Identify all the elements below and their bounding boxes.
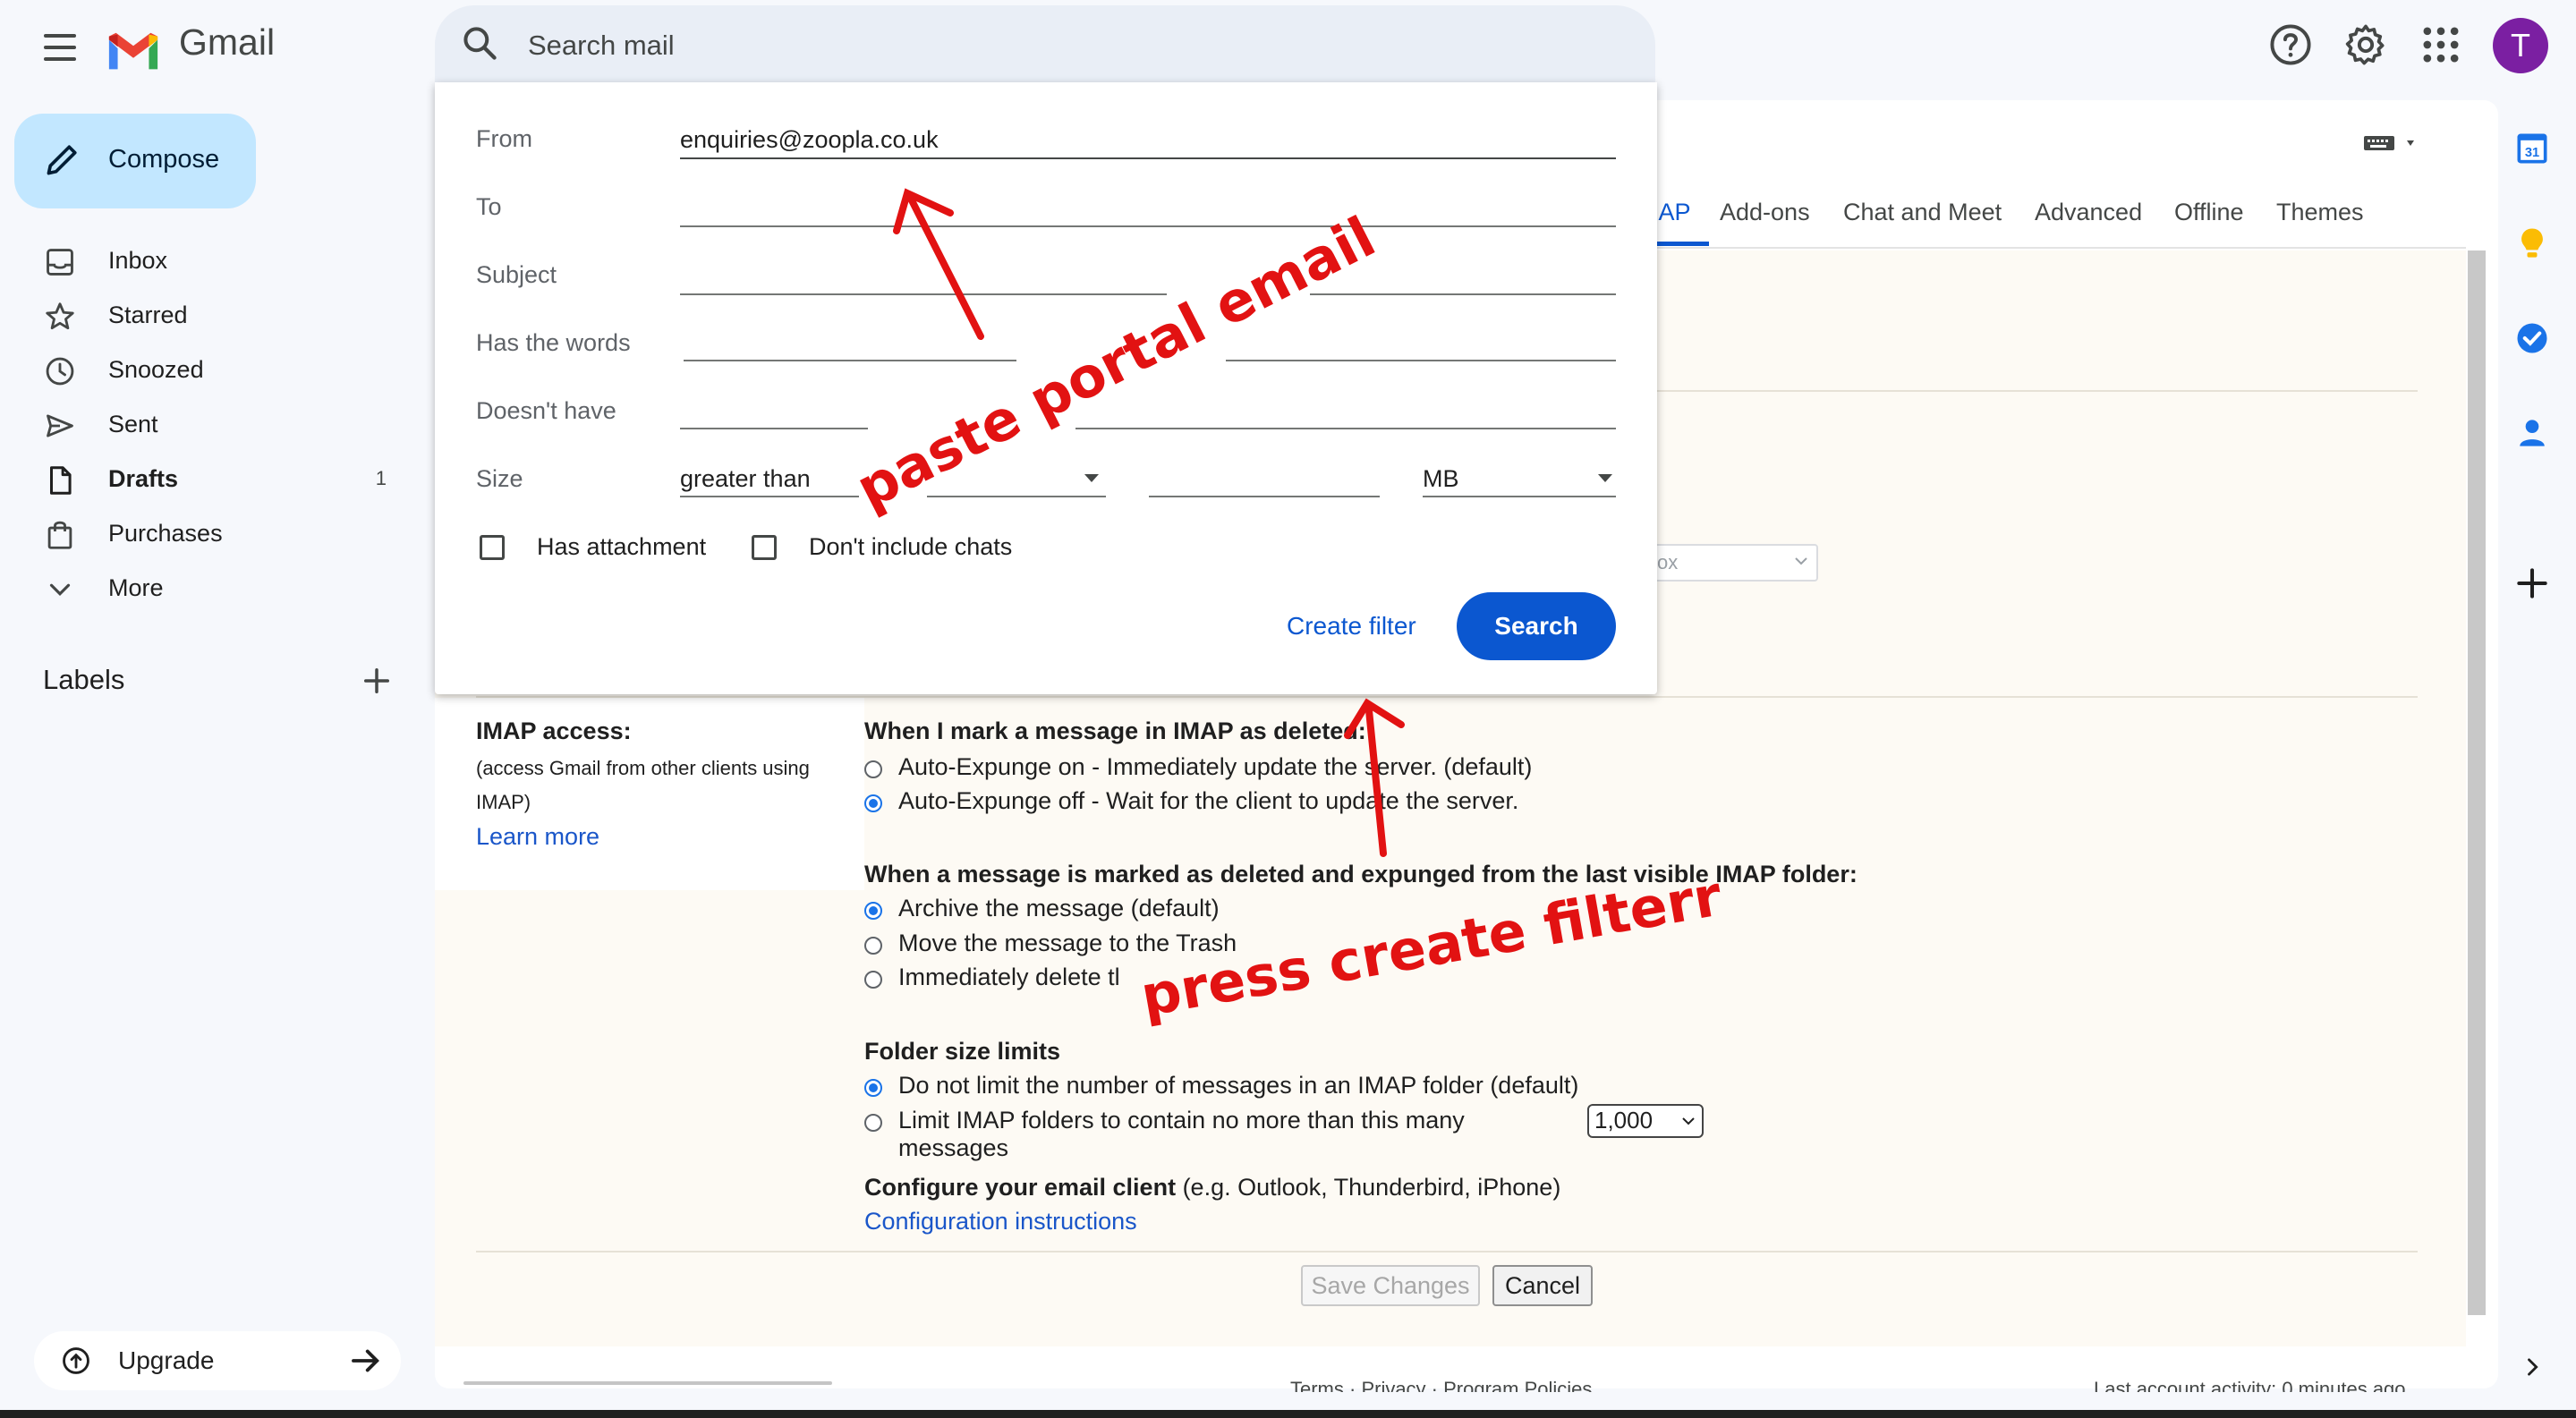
annotation-arrows (893, 188, 1405, 857)
arrow-to-from-field (907, 195, 984, 340)
arrow-to-create-filter (1365, 707, 1387, 857)
window-bottom-edge (0, 1410, 2576, 1418)
